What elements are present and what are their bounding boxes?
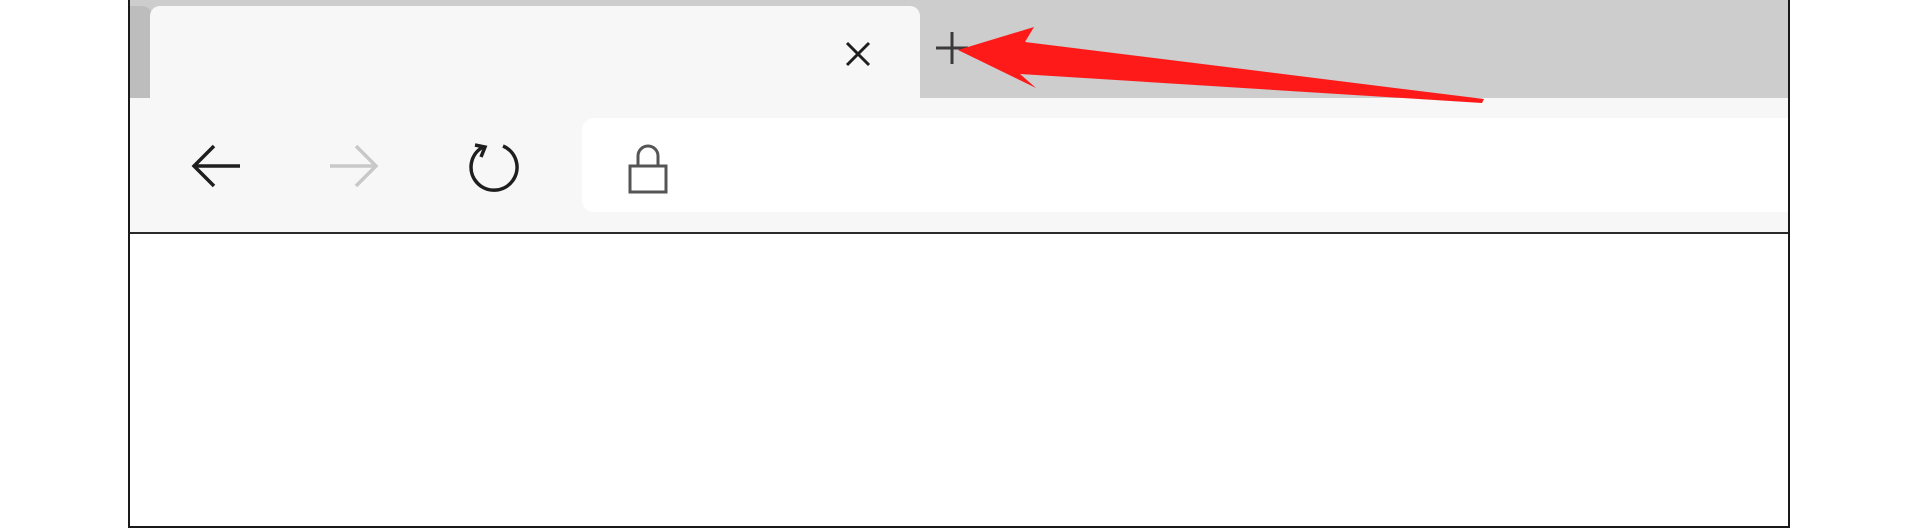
arrow-right-icon: [330, 144, 379, 188]
lock-icon: [628, 144, 668, 194]
address-bar[interactable]: [582, 118, 1788, 212]
page-content-area: [130, 234, 1788, 526]
site-info-button[interactable]: [624, 142, 672, 194]
tab-close-button[interactable]: [838, 34, 878, 74]
forward-button[interactable]: [322, 134, 386, 198]
browser-window: [128, 0, 1790, 528]
arrow-left-icon: [191, 144, 240, 188]
screenshot-canvas: [0, 0, 1920, 532]
tab-strip: [130, 0, 1788, 98]
refresh-icon: [469, 143, 519, 192]
close-icon: [845, 41, 871, 67]
back-button[interactable]: [184, 134, 248, 198]
previous-tab-edge[interactable]: [130, 6, 152, 98]
navigation-toolbar: [130, 98, 1788, 234]
plus-icon: [936, 32, 968, 64]
refresh-button[interactable]: [462, 134, 526, 198]
new-tab-button[interactable]: [930, 26, 974, 70]
active-tab[interactable]: [150, 6, 920, 98]
